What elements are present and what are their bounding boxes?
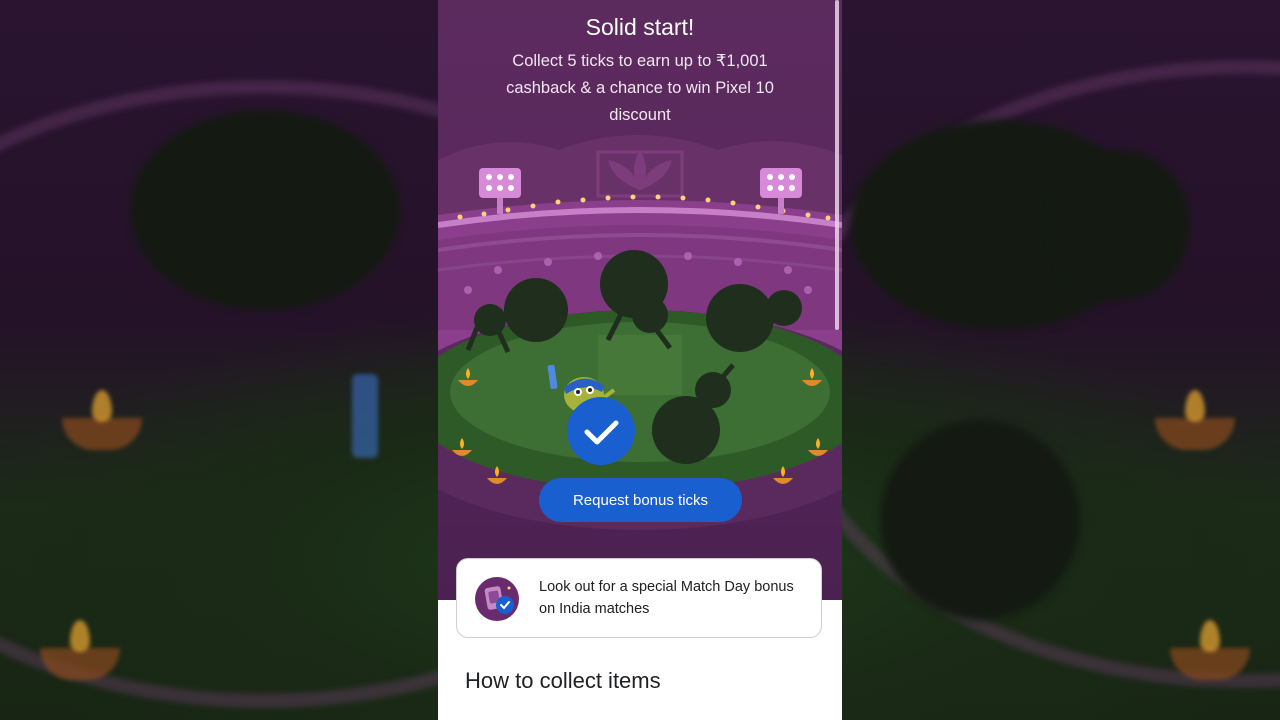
phone-tick-icon <box>475 577 519 621</box>
backdrop-silhouette <box>1050 150 1190 300</box>
diya-icon <box>1170 620 1250 680</box>
diya-icon <box>62 390 142 450</box>
backdrop-bat <box>352 374 378 458</box>
checkmark-icon <box>567 397 635 465</box>
stadium-scene <box>438 135 842 530</box>
how-to-collect-heading: How to collect items <box>465 668 661 693</box>
hero-title: Solid start! <box>585 14 695 40</box>
diya-icon <box>1155 390 1235 450</box>
backdrop-silhouette <box>880 420 1080 620</box>
backdrop-silhouette <box>130 110 400 310</box>
diya-icon <box>40 620 120 680</box>
request-bonus-ticks-button[interactable]: Request bonus ticks <box>539 478 742 522</box>
match-day-text: Look out for a special Match Day bonus o… <box>539 579 794 617</box>
scrollbar[interactable] <box>835 0 839 330</box>
hero-subtitle: Collect 5 ticks to earn up to ₹1,001 cas… <box>506 52 774 124</box>
phone-screen: Solid start! Collect 5 ticks to earn up … <box>438 0 842 720</box>
match-day-card[interactable]: Look out for a special Match Day bonus o… <box>456 558 822 638</box>
